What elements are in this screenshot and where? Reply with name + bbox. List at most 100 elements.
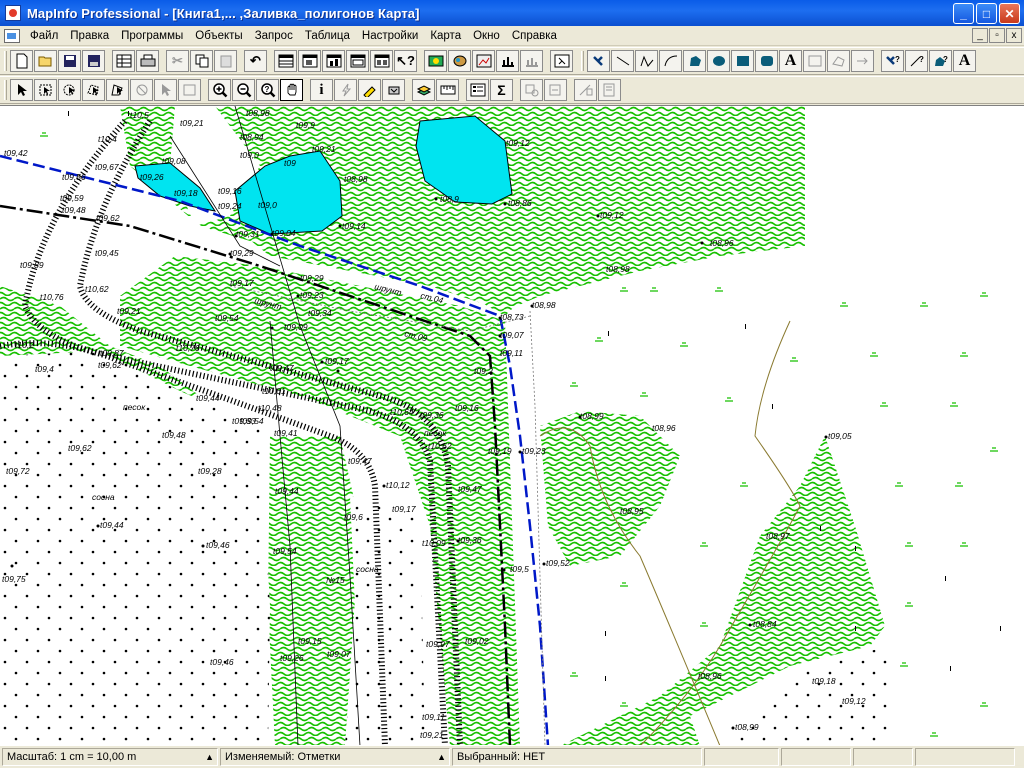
boundary-select-icon[interactable] — [106, 79, 129, 101]
map-canvas[interactable]: t10,5 t10,4 t09,21 t09,08 t09,26 t09,18 … — [0, 106, 1024, 745]
radius-select-icon[interactable] — [58, 79, 81, 101]
region-style-icon[interactable]: ? — [929, 50, 952, 72]
select-arrow-icon[interactable] — [10, 79, 33, 101]
close-button[interactable]: ✕ — [999, 3, 1020, 24]
save-icon[interactable] — [58, 50, 81, 72]
help-pointer-icon[interactable]: ↖? — [394, 50, 417, 72]
graph-select-icon[interactable] — [178, 79, 201, 101]
menu-table[interactable]: Таблица — [299, 27, 356, 45]
title-bar[interactable]: MapInfo Professional - [Книга1,... ,Зали… — [0, 0, 1024, 26]
map-label: t09,62 — [98, 360, 122, 370]
stats-icon[interactable] — [496, 50, 519, 72]
text-icon[interactable]: A — [779, 50, 802, 72]
reshape-icon[interactable] — [827, 50, 850, 72]
menu-window[interactable]: Окно — [467, 27, 506, 45]
maximize-button[interactable]: □ — [976, 3, 997, 24]
map-label: t09,47 — [270, 363, 294, 373]
polygon-select-icon[interactable] — [82, 79, 105, 101]
menu-query[interactable]: Запрос — [249, 27, 299, 45]
status-scale-dropdown-icon[interactable]: ▲ — [205, 749, 214, 765]
map-window[interactable]: t10,5 t10,4 t09,21 t09,08 t09,26 t09,18 … — [0, 105, 1024, 745]
layout-design-icon[interactable] — [598, 79, 621, 101]
change-view-icon[interactable]: ? — [256, 79, 279, 101]
statistics-icon[interactable]: Σ — [490, 79, 513, 101]
toggle-icon[interactable] — [472, 50, 495, 72]
mdi-close-button[interactable]: x — [1006, 28, 1022, 43]
undo-icon[interactable]: ↶ — [244, 50, 267, 72]
graph-icon[interactable] — [520, 50, 543, 72]
copy-icon[interactable] — [190, 50, 213, 72]
clip-region-icon[interactable] — [520, 79, 543, 101]
legend-icon[interactable] — [466, 79, 489, 101]
mdi-restore-button[interactable]: ▫ — [989, 28, 1005, 43]
theme-icon[interactable] — [448, 50, 471, 72]
vegetation-area-east-lobe[interactable] — [540, 411, 680, 566]
map-label: t09,47 — [348, 456, 372, 466]
polygon-icon[interactable] — [683, 50, 706, 72]
menu-file[interactable]: Файл — [24, 27, 64, 45]
text-style-icon[interactable]: A — [953, 50, 976, 72]
rounded-rect-icon[interactable] — [755, 50, 778, 72]
rectangle-icon[interactable] — [731, 50, 754, 72]
mdi-minimize-button[interactable]: _ — [972, 28, 988, 43]
toolbar-grip[interactable] — [4, 51, 7, 71]
map-toolbar-grip[interactable] — [4, 80, 7, 100]
menu-objects[interactable]: Объекты — [189, 27, 248, 45]
menu-map[interactable]: Карта — [424, 27, 467, 45]
arc-icon[interactable] — [659, 50, 682, 72]
menu-help[interactable]: Справка — [506, 27, 563, 45]
marquee-select-icon[interactable] — [34, 79, 57, 101]
status-editable-dropdown-icon[interactable]: ▲ — [437, 749, 446, 765]
show-icon[interactable] — [550, 50, 573, 72]
paste-icon[interactable] — [214, 50, 237, 72]
new-mapper-icon[interactable] — [298, 50, 321, 72]
set-target-icon[interactable] — [544, 79, 567, 101]
status-empty-1 — [704, 748, 779, 766]
digitize-icon[interactable] — [574, 79, 597, 101]
drawing-toolbar-grip[interactable] — [581, 51, 584, 71]
new-browser-icon[interactable] — [274, 50, 297, 72]
status-editable-layer[interactable]: Изменяемый: Отметки ▲ — [220, 748, 450, 766]
invert-select-icon[interactable] — [154, 79, 177, 101]
symbol-style-icon[interactable]: ? — [881, 50, 904, 72]
vegetation-area-south-center[interactable] — [268, 436, 360, 745]
document-window-icon[interactable] — [4, 28, 20, 43]
polyline-icon[interactable] — [635, 50, 658, 72]
grabber-hand-icon[interactable] — [280, 79, 303, 101]
hotlink-icon[interactable] — [424, 50, 447, 72]
zoom-out-icon[interactable] — [232, 79, 255, 101]
sand-area-center[interactable] — [345, 496, 425, 745]
menu-options[interactable]: Настройки — [356, 27, 424, 45]
new-grapher-icon[interactable] — [322, 50, 345, 72]
ellipse-icon[interactable] — [707, 50, 730, 72]
new-layout-icon[interactable] — [346, 50, 369, 72]
add-node-icon[interactable] — [851, 50, 874, 72]
new-redistrict-icon[interactable] — [370, 50, 393, 72]
cut-icon[interactable]: ✂ — [166, 50, 189, 72]
drag-map-icon[interactable] — [382, 79, 405, 101]
symbol-icon[interactable] — [587, 50, 610, 72]
unselect-icon[interactable] — [130, 79, 153, 101]
ruler-icon[interactable] — [436, 79, 459, 101]
line-icon[interactable] — [611, 50, 634, 72]
print-icon[interactable] — [136, 50, 159, 72]
minimize-button[interactable]: _ — [953, 3, 974, 24]
save-workspace-icon[interactable] — [82, 50, 105, 72]
layer-control-icon[interactable] — [412, 79, 435, 101]
map-label: t09,44 — [196, 393, 220, 403]
menu-programs[interactable]: Программы — [115, 27, 189, 45]
info-tool-icon[interactable]: i — [310, 79, 333, 101]
status-scale[interactable]: Масштаб: 1 cm = 10,00 m ▲ — [2, 748, 218, 766]
hotlink-tool-icon[interactable] — [334, 79, 357, 101]
frame-icon[interactable] — [803, 50, 826, 72]
browse-icon[interactable] — [112, 50, 135, 72]
menu-edit[interactable]: Правка — [64, 27, 115, 45]
map-label: t09,41 — [274, 428, 298, 438]
mapinfo-app-icon[interactable] — [5, 5, 21, 21]
label-tool-icon[interactable] — [358, 79, 381, 101]
map-label: t09,72 — [6, 466, 30, 476]
new-icon[interactable] — [10, 50, 33, 72]
open-icon[interactable] — [34, 50, 57, 72]
zoom-in-icon[interactable] — [208, 79, 231, 101]
line-style-icon[interactable]: ? — [905, 50, 928, 72]
